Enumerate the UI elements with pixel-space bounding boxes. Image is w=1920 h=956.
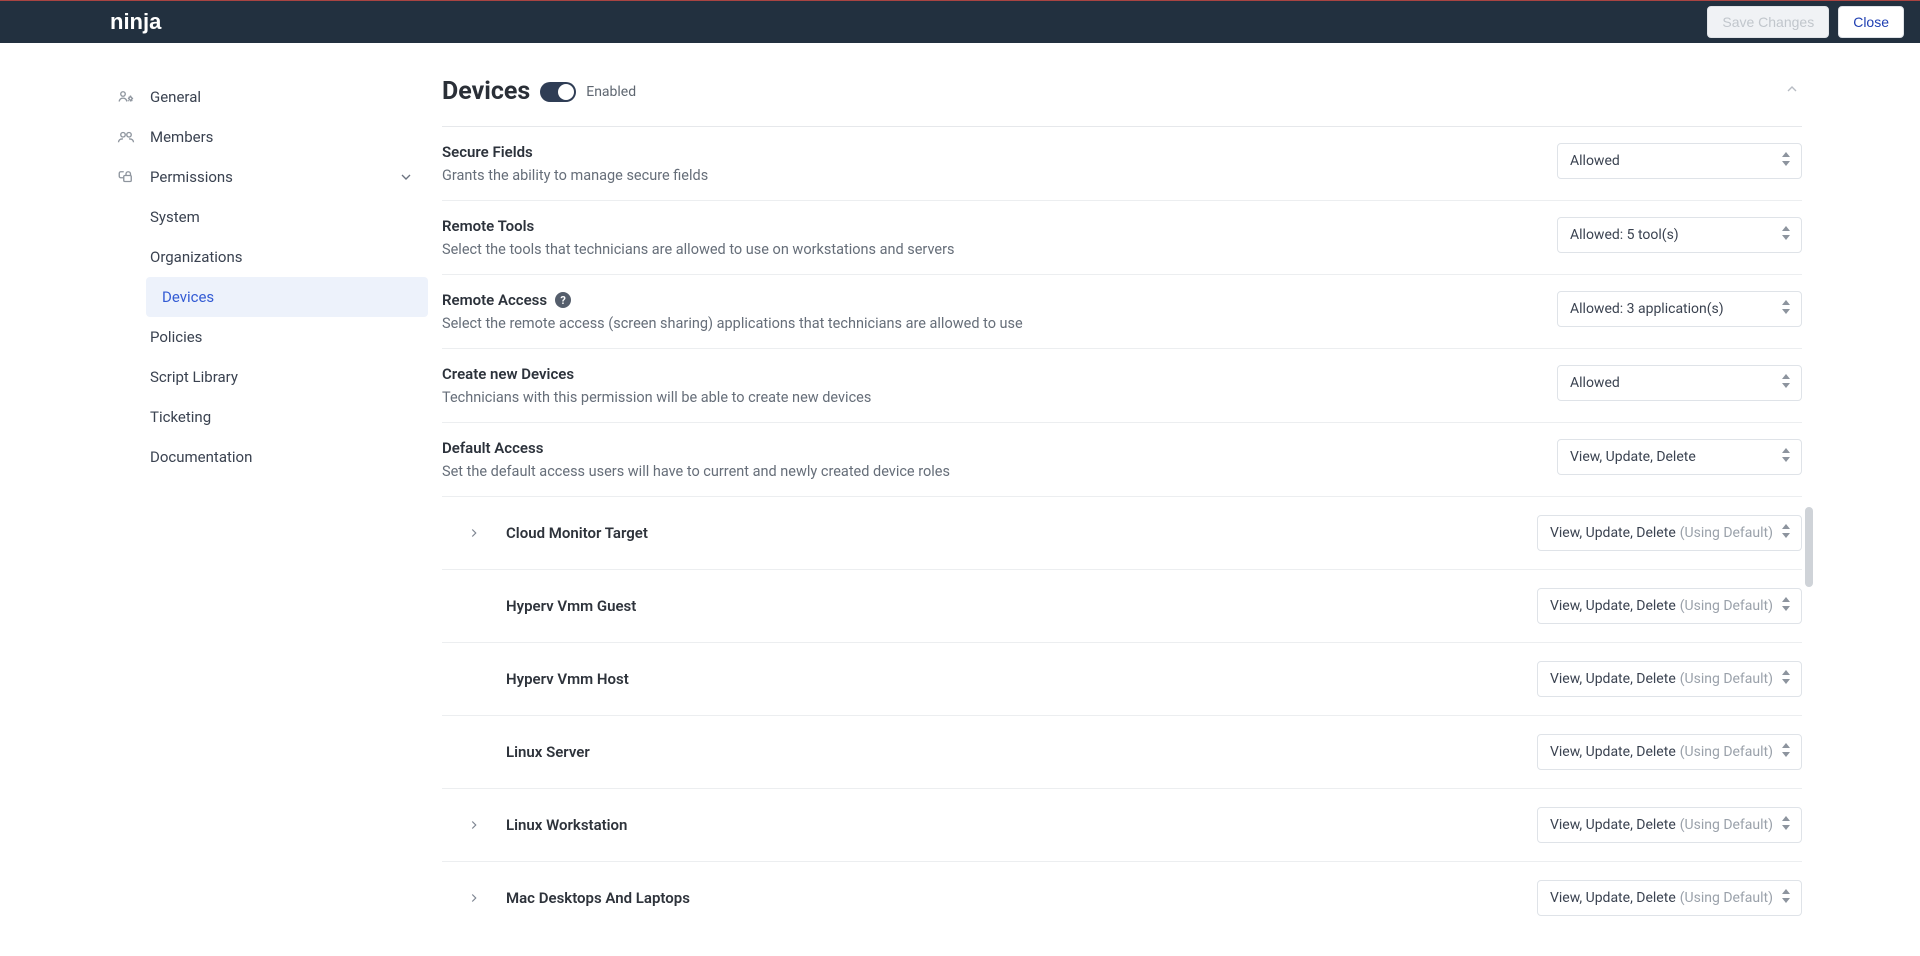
sidebar-item-label: General xyxy=(150,88,201,106)
setting-title: Default Access xyxy=(442,439,1541,457)
select-sort-icon xyxy=(1781,889,1791,907)
device-role-row: Linux WorkstationView, Update, Delete(Us… xyxy=(442,789,1802,862)
device-role-name: Hyperv Vmm Guest xyxy=(506,597,1537,615)
select-sort-icon xyxy=(1781,743,1791,761)
using-default-label: (Using Default) xyxy=(1680,817,1773,833)
select-sort-icon xyxy=(1781,524,1791,542)
setting-select[interactable]: View, Update, Delete xyxy=(1557,439,1802,475)
setting-select[interactable]: Allowed: 3 application(s) xyxy=(1557,291,1802,327)
sidebar-item-script-library[interactable]: Script Library xyxy=(146,357,428,397)
select-sort-icon xyxy=(1781,152,1791,170)
sidebar-item-policies[interactable]: Policies xyxy=(146,317,428,357)
sidebar-item-label: Script Library xyxy=(150,368,238,386)
setting-row: Remote Access? Select the remote access (… xyxy=(442,275,1802,349)
sidebar-item-documentation[interactable]: Documentation xyxy=(146,437,428,477)
setting-description: Select the tools that technicians are al… xyxy=(442,241,1541,258)
role-access-select[interactable]: View, Update, Delete(Using Default) xyxy=(1537,661,1802,697)
device-role-name: Linux Server xyxy=(506,743,1537,761)
enabled-toggle[interactable] xyxy=(540,82,576,102)
sidebar-item-label: System xyxy=(150,208,200,226)
setting-description: Technicians with this permission will be… xyxy=(442,389,1541,406)
sidebar-item-label: Policies xyxy=(150,328,202,346)
scrollbar-thumb[interactable] xyxy=(1805,507,1813,587)
sidebar-item-label: Devices xyxy=(162,288,214,306)
device-role-name: Hyperv Vmm Host xyxy=(506,670,1537,688)
device-role-row: Mac Desktops And LaptopsView, Update, De… xyxy=(442,862,1802,934)
app-logo: ninja xyxy=(110,9,161,35)
setting-title: Remote Tools xyxy=(442,217,1541,235)
collapse-section-icon[interactable] xyxy=(1784,81,1800,101)
sidebar-item-ticketing[interactable]: Ticketing xyxy=(146,397,428,437)
sidebar-item-label: Ticketing xyxy=(150,408,211,426)
members-icon xyxy=(114,125,138,149)
sidebar-item-label: Documentation xyxy=(150,448,252,466)
setting-title: Secure Fields xyxy=(442,143,1541,161)
sidebar-item-label: Organizations xyxy=(150,248,243,266)
setting-description: Set the default access users will have t… xyxy=(442,463,1541,480)
sidebar-item-system[interactable]: System xyxy=(146,197,428,237)
select-sort-icon xyxy=(1781,448,1791,466)
device-role-name: Mac Desktops And Laptops xyxy=(506,889,1537,907)
using-default-label: (Using Default) xyxy=(1680,598,1773,614)
sidebar-item-general[interactable]: General xyxy=(110,77,428,117)
device-role-row: Cloud Monitor TargetView, Update, Delete… xyxy=(442,497,1802,570)
device-role-name: Linux Workstation xyxy=(506,816,1537,834)
select-sort-icon xyxy=(1781,597,1791,615)
select-sort-icon xyxy=(1781,226,1791,244)
select-sort-icon xyxy=(1781,374,1791,392)
sidebar-item-members[interactable]: Members xyxy=(110,117,428,157)
setting-description: Select the remote access (screen sharing… xyxy=(442,315,1541,332)
setting-row: Secure Fields Grants the ability to manag… xyxy=(442,127,1802,201)
role-access-select[interactable]: View, Update, Delete(Using Default) xyxy=(1537,588,1802,624)
sidebar-item-permissions[interactable]: Permissions xyxy=(110,157,428,197)
device-role-row: Linux ServerView, Update, Delete(Using D… xyxy=(442,716,1802,789)
role-access-select[interactable]: View, Update, Delete(Using Default) xyxy=(1537,880,1802,916)
device-role-name: Cloud Monitor Target xyxy=(506,524,1537,542)
using-default-label: (Using Default) xyxy=(1680,671,1773,687)
user-gear-icon xyxy=(114,85,138,109)
setting-row: Default Access Set the default access use… xyxy=(442,423,1802,497)
save-changes-button: Save Changes xyxy=(1707,6,1829,38)
setting-row: Remote Tools Select the tools that techni… xyxy=(442,201,1802,275)
expand-chevron-icon[interactable] xyxy=(442,891,506,905)
select-sort-icon xyxy=(1781,670,1791,688)
chevron-down-icon xyxy=(396,167,416,187)
using-default-label: (Using Default) xyxy=(1680,525,1773,541)
help-icon[interactable]: ? xyxy=(555,292,571,308)
setting-title: Remote Access? xyxy=(442,291,1541,309)
page-title: Devices xyxy=(442,77,530,106)
select-sort-icon xyxy=(1781,300,1791,318)
using-default-label: (Using Default) xyxy=(1680,744,1773,760)
role-access-select[interactable]: View, Update, Delete(Using Default) xyxy=(1537,807,1802,843)
expand-chevron-icon[interactable] xyxy=(442,818,506,832)
setting-title: Create new Devices xyxy=(442,365,1541,383)
select-sort-icon xyxy=(1781,816,1791,834)
device-role-row: Hyperv Vmm HostView, Update, Delete(Usin… xyxy=(442,643,1802,716)
setting-select[interactable]: Allowed: 5 tool(s) xyxy=(1557,217,1802,253)
using-default-label: (Using Default) xyxy=(1680,890,1773,906)
role-access-select[interactable]: View, Update, Delete(Using Default) xyxy=(1537,515,1802,551)
setting-description: Grants the ability to manage secure fiel… xyxy=(442,167,1541,184)
enabled-toggle-label: Enabled xyxy=(586,84,636,100)
sidebar-item-label: Permissions xyxy=(150,168,233,186)
setting-row: Create new Devices Technicians with this … xyxy=(442,349,1802,423)
permissions-icon xyxy=(114,165,138,189)
sidebar-item-organizations[interactable]: Organizations xyxy=(146,237,428,277)
setting-select[interactable]: Allowed xyxy=(1557,143,1802,179)
sidebar-item-label: Members xyxy=(150,128,213,146)
close-button[interactable]: Close xyxy=(1838,6,1904,38)
role-access-select[interactable]: View, Update, Delete(Using Default) xyxy=(1537,734,1802,770)
expand-chevron-icon[interactable] xyxy=(442,526,506,540)
device-role-row: Hyperv Vmm GuestView, Update, Delete(Usi… xyxy=(442,570,1802,643)
sidebar-item-devices[interactable]: Devices xyxy=(146,277,428,317)
setting-select[interactable]: Allowed xyxy=(1557,365,1802,401)
